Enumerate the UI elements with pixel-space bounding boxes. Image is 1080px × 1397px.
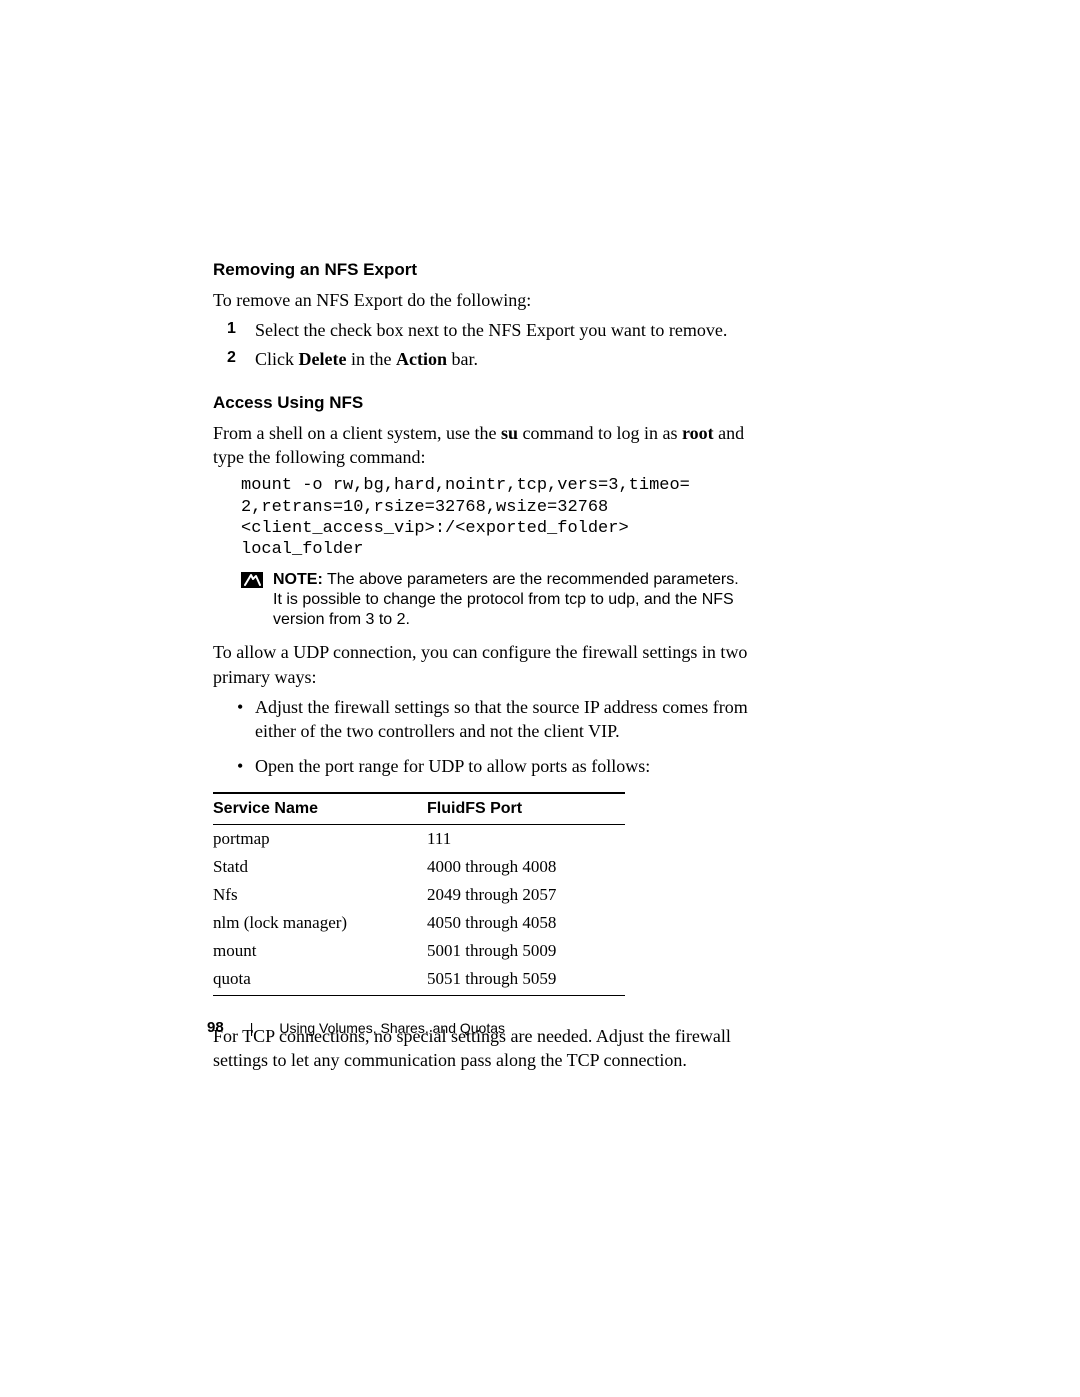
table-cell: Nfs — [213, 881, 427, 909]
heading-removing-nfs-export: Removing an NFS Export — [213, 260, 750, 280]
table-cell: nlm (lock manager) — [213, 909, 427, 937]
text-bold: Delete — [299, 349, 347, 369]
table-header-fluidfs-port: FluidFS Port — [427, 793, 625, 825]
table-cell: Statd — [213, 853, 427, 881]
table-row: Nfs 2049 through 2057 — [213, 881, 625, 909]
table-row: nlm (lock manager) 4050 through 4058 — [213, 909, 625, 937]
text-run: command to log in as — [518, 423, 682, 443]
list-item: • Adjust the firewall settings so that t… — [255, 695, 750, 744]
text-bold: root — [682, 423, 714, 443]
list-item: • Open the port range for UDP to allow p… — [255, 754, 750, 778]
bullet-icon: • — [237, 695, 243, 719]
code-block: mount -o rw,bg,hard,nointr,tcp,vers=3,ti… — [241, 475, 750, 560]
list-text: Select the check box next to the NFS Exp… — [255, 320, 727, 340]
list-item: 2 Click Delete in the Action bar. — [255, 347, 750, 371]
footer-section-title: Using Volumes, Shares, and Quotas — [279, 1020, 505, 1036]
list-text: Click Delete in the Action bar. — [255, 349, 478, 369]
list-number: 1 — [227, 318, 236, 340]
page-number: 98 — [207, 1019, 224, 1036]
table-row: portmap 111 — [213, 824, 625, 853]
bullet-icon: • — [237, 754, 243, 778]
table-cell: 5001 through 5009 — [427, 937, 625, 965]
page-footer: 98 | Using Volumes, Shares, and Quotas — [207, 1019, 505, 1036]
list-number: 2 — [227, 347, 236, 369]
table-cell: quota — [213, 965, 427, 996]
unordered-list: • Adjust the firewall settings so that t… — [213, 695, 750, 778]
table-cell: 4000 through 4008 — [427, 853, 625, 881]
note-label: NOTE: — [273, 571, 323, 588]
text-run: The above parameters are the recommended… — [273, 571, 739, 628]
paragraph: To allow a UDP connection, you can confi… — [213, 640, 750, 689]
table-header-row: Service Name FluidFS Port — [213, 793, 625, 825]
table-row: Statd 4000 through 4008 — [213, 853, 625, 881]
table-cell: 2049 through 2057 — [427, 881, 625, 909]
ports-table: Service Name FluidFS Port portmap 111 St… — [213, 792, 625, 996]
note-icon — [241, 571, 263, 589]
table-cell: portmap — [213, 824, 427, 853]
list-text: Open the port range for UDP to allow por… — [255, 756, 650, 776]
text-run: bar. — [447, 349, 478, 369]
table-row: mount 5001 through 5009 — [213, 937, 625, 965]
paragraph: To remove an NFS Export do the following… — [213, 288, 750, 312]
text-run: From a shell on a client system, use the — [213, 423, 501, 443]
table-cell: mount — [213, 937, 427, 965]
ordered-list: 1 Select the check box next to the NFS E… — [213, 318, 750, 371]
note-callout: NOTE: The above parameters are the recom… — [241, 570, 750, 630]
document-page: Removing an NFS Export To remove an NFS … — [0, 0, 1080, 1397]
text-bold: su — [501, 423, 518, 443]
table-header-service-name: Service Name — [213, 793, 427, 825]
note-text: NOTE: The above parameters are the recom… — [273, 570, 750, 630]
table-cell: 111 — [427, 824, 625, 853]
paragraph: From a shell on a client system, use the… — [213, 421, 750, 470]
text-run: in the — [346, 349, 396, 369]
table-cell: 5051 through 5059 — [427, 965, 625, 996]
text-bold: Action — [396, 349, 447, 369]
table-row: quota 5051 through 5059 — [213, 965, 625, 996]
table-cell: 4050 through 4058 — [427, 909, 625, 937]
text-run: Click — [255, 349, 299, 369]
list-item: 1 Select the check box next to the NFS E… — [255, 318, 750, 342]
content-column: Removing an NFS Export To remove an NFS … — [213, 260, 750, 1073]
heading-access-using-nfs: Access Using NFS — [213, 393, 750, 413]
footer-separator: | — [250, 1020, 254, 1036]
list-text: Adjust the firewall settings so that the… — [255, 697, 748, 741]
